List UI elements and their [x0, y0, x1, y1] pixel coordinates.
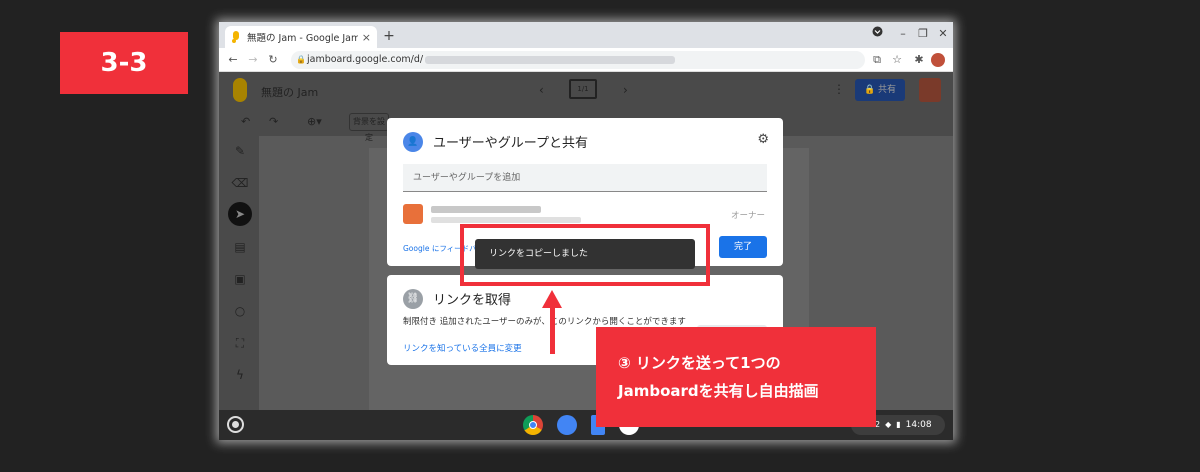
pen-tool-icon[interactable]: ✎: [231, 142, 249, 160]
select-tool-icon[interactable]: ➤: [228, 202, 252, 226]
toast-highlight-frame: [460, 224, 710, 286]
done-button[interactable]: 完了: [719, 236, 767, 258]
share-button[interactable]: 🔒 共有: [855, 79, 905, 101]
forward-icon[interactable]: →: [245, 52, 261, 68]
callout-arrow-line: [550, 304, 555, 354]
open-in-new-icon[interactable]: ⧉: [869, 52, 885, 68]
get-link-title: リンクを取得: [433, 293, 512, 308]
set-background-button[interactable]: 背景を設定: [349, 113, 389, 142]
share-dialog-title: ユーザーやグループと共有: [433, 136, 588, 151]
owner-name-redacted: [431, 206, 541, 213]
owner-email-redacted: [431, 217, 581, 223]
url-text: jamboard.google.com/d/: [307, 54, 424, 65]
profile-avatar[interactable]: [931, 53, 945, 67]
more-options-icon[interactable]: ⋮: [833, 82, 845, 96]
url-redacted: [425, 55, 676, 64]
undo-icon[interactable]: ↶: [241, 115, 250, 128]
jam-title[interactable]: 無題の Jam: [261, 84, 318, 100]
browser-tab[interactable]: 無題の Jam - Google Jamboard ×: [225, 26, 377, 48]
callout-line-1: ③ リンクを送って1つの: [618, 354, 781, 372]
sticky-note-icon[interactable]: ▤: [231, 238, 249, 256]
redo-icon[interactable]: ↷: [269, 115, 278, 128]
tab-close-icon[interactable]: ×: [362, 31, 371, 44]
close-window-icon[interactable]: ✕: [935, 26, 951, 42]
gear-icon[interactable]: ⚙: [757, 132, 769, 147]
change-link-access-link[interactable]: リンクを知っている全員に変更: [403, 342, 522, 354]
new-tab-button[interactable]: +: [379, 26, 399, 46]
tool-palette: ✎ ⌫ ➤ ▤ ▣ ○ ⛶ ϟ: [219, 136, 259, 410]
reload-icon[interactable]: ↻: [265, 52, 281, 68]
step-badge: 3-3: [60, 32, 188, 94]
instruction-callout: ③ リンクを送って1つの Jamboardを共有し自由描画: [596, 327, 876, 427]
add-people-input[interactable]: ユーザーやグループを追加: [403, 164, 767, 192]
next-frame-icon[interactable]: ›: [623, 83, 628, 97]
owner-avatar: [403, 204, 423, 224]
prev-frame-icon[interactable]: ‹: [539, 83, 544, 97]
jamboard-favicon-icon: [231, 31, 241, 43]
zoom-icon[interactable]: ⊕▾: [307, 115, 322, 128]
tab-search-icon[interactable]: [869, 26, 885, 42]
browser-tabstrip: 無題の Jam - Google Jamboard × + – ❐ ✕: [219, 22, 953, 48]
text-box-icon[interactable]: ⛶: [231, 334, 249, 352]
eraser-tool-icon[interactable]: ⌫: [231, 174, 249, 192]
user-avatar[interactable]: [919, 78, 941, 102]
callout-line-2: Jamboardを共有し自由描画: [618, 382, 819, 400]
back-icon[interactable]: ←: [225, 52, 241, 68]
bookmark-star-icon[interactable]: ☆: [889, 52, 905, 68]
files-app-icon[interactable]: [557, 415, 577, 435]
minimize-icon[interactable]: –: [895, 26, 911, 42]
link-icon: ⛓: [403, 289, 423, 309]
extensions-icon[interactable]: ✱: [911, 52, 927, 68]
shape-tool-icon[interactable]: ○: [231, 302, 249, 320]
image-tool-icon[interactable]: ▣: [231, 270, 249, 288]
address-bar[interactable]: 🔒 jamboard.google.com/d/: [291, 51, 865, 69]
lock-icon: 🔒: [296, 55, 306, 64]
restore-icon[interactable]: ❐: [915, 26, 931, 42]
chrome-app-icon[interactable]: [523, 415, 543, 435]
frame-counter[interactable]: 1/1: [569, 79, 597, 99]
laser-tool-icon[interactable]: ϟ: [231, 366, 249, 384]
battery-icon: ▮: [896, 420, 901, 429]
tab-title: 無題の Jam - Google Jamboard: [247, 33, 358, 44]
wifi-icon: ◆: [885, 420, 892, 429]
launcher-icon[interactable]: [227, 416, 244, 433]
jamboard-logo-icon: [233, 78, 247, 102]
add-person-icon: 👤: [403, 132, 423, 152]
owner-role-label: オーナー: [730, 211, 765, 221]
app-header: 無題の Jam ‹ 1/1 › ⋮ 🔒 共有: [219, 72, 953, 108]
browser-toolbar: ← → ↻ 🔒 jamboard.google.com/d/ ⧉ ☆ ✱: [219, 48, 953, 72]
clock-time: 14:08: [905, 420, 932, 430]
